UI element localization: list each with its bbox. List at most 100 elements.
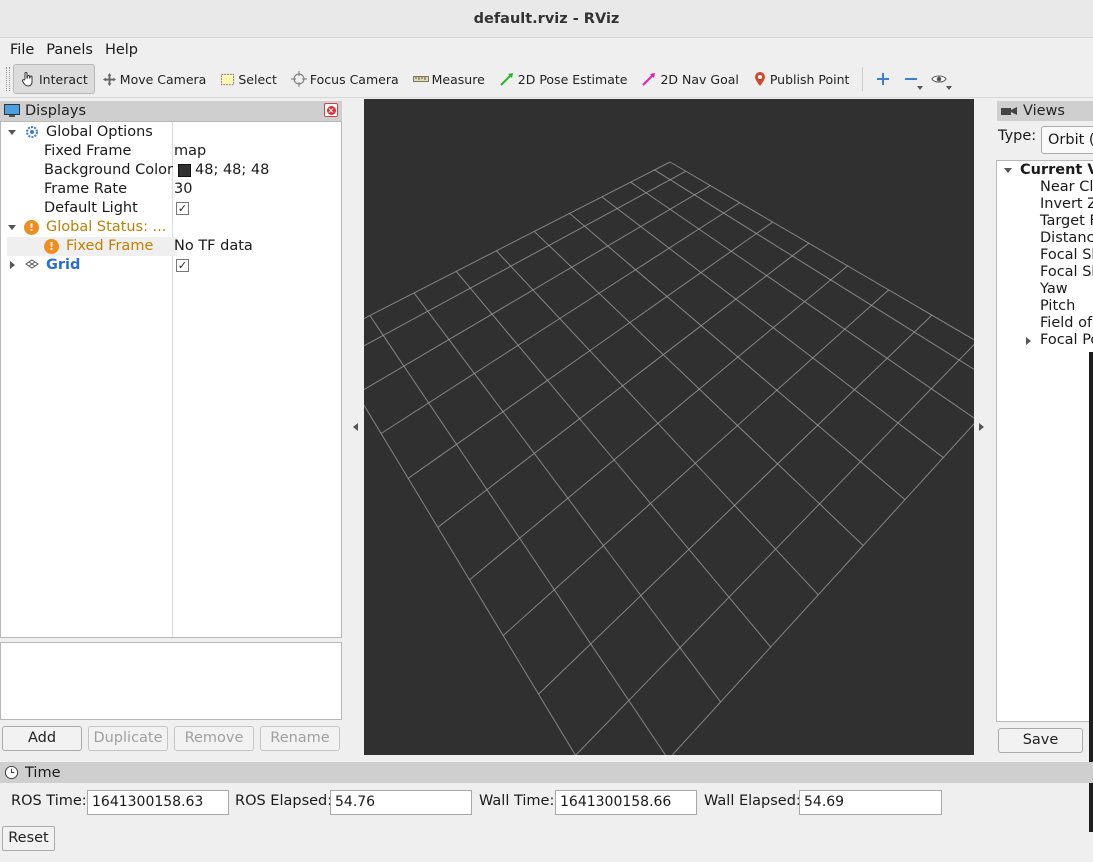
menu-help[interactable]: Help <box>99 42 144 58</box>
view-prop-focal-shape-size[interactable]: Focal Sh <box>1040 247 1093 264</box>
move-camera-tool-button[interactable]: Move Camera <box>95 64 214 94</box>
render-viewport[interactable] <box>323 99 1025 820</box>
add-display-button[interactable]: Add <box>2 726 82 751</box>
pose-estimate-tool-button[interactable]: 2D Pose Estimate <box>492 64 635 94</box>
eye-icon <box>931 75 947 83</box>
measure-tool-button[interactable]: Measure <box>406 64 492 94</box>
focus-camera-tool-button[interactable]: Focus Camera <box>284 64 406 94</box>
focus-camera-label: Focus Camera <box>309 71 399 87</box>
ros-time-field[interactable]: 1641300158.63 <box>87 790 229 815</box>
global-status-label: Global Status: ... <box>46 219 167 235</box>
toolbar-grip[interactable] <box>6 67 10 91</box>
views-tree[interactable]: Current Vi Near Cli Invert Z Target F Di… <box>996 160 1093 722</box>
grid-icon <box>25 259 39 269</box>
default-light-label: Default Light <box>44 200 138 216</box>
interact-tool-button[interactable]: Interact <box>13 64 95 94</box>
grid-checkbox[interactable]: ✓ <box>176 259 189 272</box>
save-view-button[interactable]: Save <box>998 728 1083 753</box>
grid-line <box>496 250 819 596</box>
reset-time-button[interactable]: Reset <box>2 826 55 851</box>
grid-line <box>533 231 864 546</box>
map-pin-icon <box>754 72 765 86</box>
collapse-left-arrow-icon[interactable] <box>353 423 359 431</box>
view-prop-near-clip[interactable]: Near Cli <box>1040 179 1093 196</box>
expand-arrow-icon[interactable] <box>8 130 16 135</box>
hand-pointer-icon <box>21 72 33 87</box>
green-arrow-icon <box>500 73 513 86</box>
measure-label: Measure <box>431 71 485 87</box>
close-icon: × <box>326 105 336 115</box>
grid-line <box>323 338 615 820</box>
default-light-checkbox[interactable]: ✓ <box>176 202 189 215</box>
dropdown-arrow-icon <box>917 86 924 90</box>
grid-line <box>502 289 890 636</box>
time-panel-header[interactable]: Time <box>0 762 1093 783</box>
view-prop-target-frame[interactable]: Target F <box>1040 213 1093 230</box>
background-color-row[interactable]: Background Color 48; 48; 48 <box>1 161 341 180</box>
rename-display-button[interactable]: Rename <box>260 726 340 751</box>
frame-rate-row[interactable]: Frame Rate 30 <box>1 180 341 199</box>
pose-estimate-label: 2D Pose Estimate <box>517 71 628 87</box>
grid-row[interactable]: Grid ✓ <box>1 256 341 275</box>
ros-elapsed-field[interactable]: 54.76 <box>330 790 472 815</box>
monitor-icon <box>4 104 20 117</box>
grid-line <box>380 202 740 434</box>
clock-icon <box>4 765 19 780</box>
remove-tool-button[interactable] <box>897 64 925 94</box>
global-status-row[interactable]: ! Global Status: ... <box>1 218 341 237</box>
views-title: Views <box>1023 103 1065 119</box>
view-tool-button[interactable] <box>925 64 953 94</box>
collapse-right-arrow-icon[interactable] <box>979 423 985 431</box>
background-color-value[interactable]: 48; 48; 48 <box>195 161 269 180</box>
toolbar: Interact Move Camera Select Focus Camera… <box>0 61 1093 98</box>
expand-arrow-icon[interactable] <box>8 225 16 230</box>
view-prop-focal-shape-fixed[interactable]: Focal Sh <box>1040 264 1093 281</box>
wall-elapsed-field[interactable]: 54.69 <box>799 790 942 815</box>
dropdown-arrow-icon <box>946 86 953 90</box>
view-prop-focal-point[interactable]: Focal Po <box>1040 332 1093 349</box>
displays-tree[interactable]: Global Options Fixed Frame map Backgroun… <box>0 121 342 638</box>
current-view-label[interactable]: Current Vi <box>1020 162 1093 179</box>
grid-line <box>538 314 933 695</box>
view-type-select[interactable]: Orbit (r <box>1041 126 1093 154</box>
view-prop-invert-z[interactable]: Invert Z <box>1040 196 1093 213</box>
frame-rate-label: Frame Rate <box>44 181 128 197</box>
camera-icon <box>1001 107 1017 115</box>
grid-line <box>336 170 687 361</box>
select-tool-button[interactable]: Select <box>213 64 284 94</box>
menu-panels[interactable]: Panels <box>40 42 99 58</box>
fixed-frame-row[interactable]: Fixed Frame map <box>1 142 341 161</box>
toolbar-separator <box>862 67 864 91</box>
overlapping-window-edge <box>1089 352 1093 832</box>
minus-icon <box>905 78 918 80</box>
move-arrows-icon <box>102 72 116 86</box>
default-light-row[interactable]: Default Light ✓ <box>1 199 341 218</box>
duplicate-display-button[interactable]: Duplicate <box>88 726 168 751</box>
publish-point-tool-button[interactable]: Publish Point <box>746 64 857 94</box>
wall-time-field[interactable]: 1641300158.66 <box>555 790 697 815</box>
wall-elapsed-label: Wall Elapsed: <box>704 793 801 809</box>
ruler-icon <box>412 76 429 82</box>
view-prop-distance[interactable]: Distance <box>1040 230 1093 247</box>
view-prop-pitch[interactable]: Pitch <box>1040 298 1075 315</box>
view-prop-yaw[interactable]: Yaw <box>1040 281 1068 298</box>
status-fixed-frame-row[interactable]: ! Fixed Frame <box>7 237 177 256</box>
collapse-arrow-icon[interactable] <box>10 261 15 269</box>
grid-line <box>413 292 722 703</box>
views-panel-header[interactable]: Views <box>997 101 1093 121</box>
nav-goal-tool-button[interactable]: 2D Nav Goal <box>634 64 745 94</box>
fixed-frame-value[interactable]: map <box>174 142 206 161</box>
displays-close-button[interactable]: × <box>324 103 338 117</box>
color-swatch[interactable] <box>178 164 191 177</box>
frame-rate-value[interactable]: 30 <box>174 180 192 199</box>
collapse-arrow-icon[interactable] <box>1026 337 1031 345</box>
expand-arrow-icon[interactable] <box>1004 168 1012 173</box>
grid-line <box>630 181 978 421</box>
remove-display-button[interactable]: Remove <box>174 726 254 751</box>
view-prop-field-of-view[interactable]: Field of <box>1040 315 1092 332</box>
interact-label: Interact <box>39 71 88 87</box>
global-options-row[interactable]: Global Options <box>1 123 341 142</box>
displays-panel-header[interactable]: Displays × <box>0 101 342 121</box>
menu-file[interactable]: File <box>4 42 40 58</box>
add-tool-button[interactable] <box>869 64 897 94</box>
